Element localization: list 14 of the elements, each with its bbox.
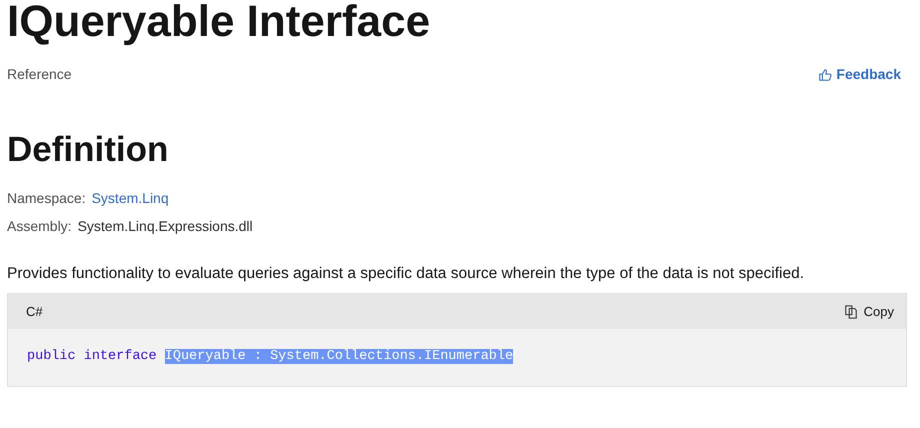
fact-label: Assembly: — [7, 217, 72, 236]
thumbs-up-icon — [818, 68, 832, 82]
summary-text: Provides functionality to evaluate queries against a specific data source wherein the type of the data is not specified. — [7, 264, 804, 284]
page-title: IQueryable Interface — [7, 0, 430, 48]
code-line: public interface IQueryable : System.Collections.IEnumerable — [27, 348, 514, 366]
feedback-link[interactable]: Feedback — [818, 64, 901, 85]
breadcrumb: Reference — [7, 65, 72, 84]
fact-value: System.Linq.Expressions.dll — [78, 217, 253, 236]
language-label: C# — [26, 302, 43, 321]
namespace-link[interactable]: System.Linq — [92, 189, 169, 208]
section-heading: Definition — [7, 129, 168, 171]
fact-label: Namespace: — [7, 189, 86, 208]
copy-button[interactable]: Copy — [844, 302, 894, 322]
copy-icon — [844, 304, 858, 318]
